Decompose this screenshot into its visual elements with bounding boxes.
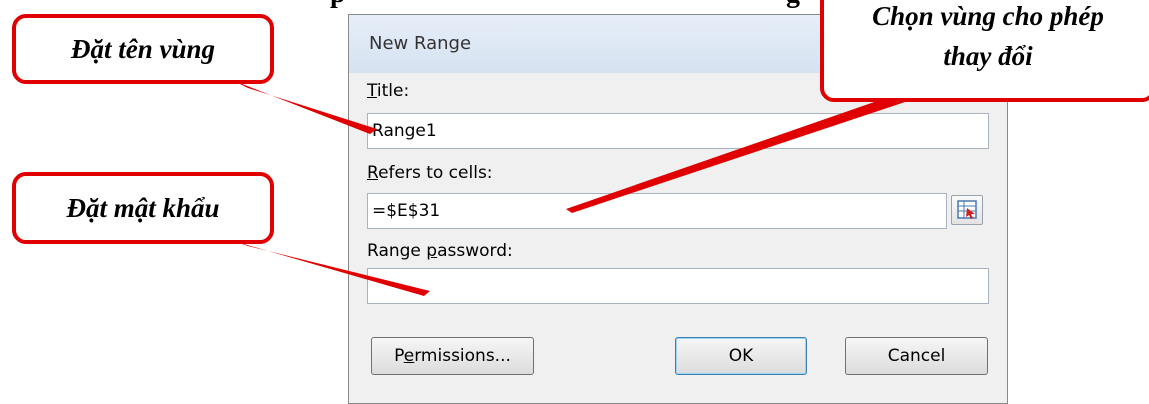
callout-choose-area-line1: Chọn vùng cho phép <box>872 1 1104 31</box>
callout-name-range: Đặt tên vùng <box>12 14 274 84</box>
pointer-name-range <box>232 80 377 134</box>
callout-set-password: Đặt mật khẩu <box>12 172 274 244</box>
callout-choose-area: Chọn vùng cho phép thay đổi <box>820 0 1149 102</box>
pointer-password <box>230 240 430 296</box>
pointer-refers <box>566 100 905 213</box>
callout-choose-area-line2: thay đổi <box>943 41 1033 71</box>
